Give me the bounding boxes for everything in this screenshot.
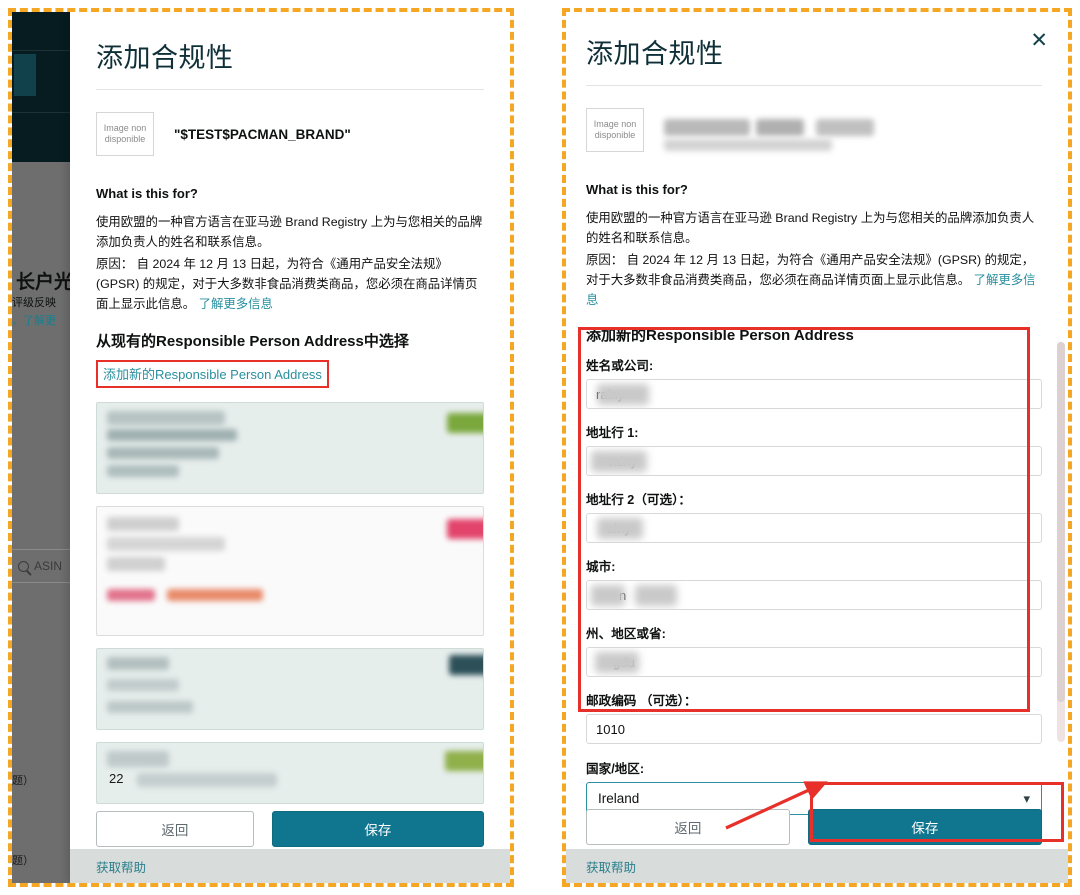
- brand-name-redacted: [664, 113, 1042, 151]
- image-placeholder-line-1: Image non: [593, 118, 637, 129]
- name-or-company-label: 姓名或公司:: [586, 359, 654, 374]
- redaction-overlay: [635, 585, 677, 607]
- explanation-paragraph-1: 使用欧盟的一种官方语言在亚马逊 Brand Registry 上为与您相关的品牌…: [96, 212, 484, 252]
- screenshot-root: 长户光 评级反映 。了解更 ASIN 题） 题） 添加合规性 Image non…: [0, 0, 1080, 895]
- address-line-2-field[interactable]: ainy: [586, 513, 1042, 544]
- country-label: 国家/地区:: [586, 762, 645, 777]
- save-button[interactable]: 保存: [807, 809, 1042, 845]
- get-help-link[interactable]: 获取帮助: [586, 857, 636, 876]
- brand-image-placeholder: Image non disponible: [96, 112, 154, 156]
- city-field[interactable]: n: [586, 580, 1042, 611]
- add-new-address-link[interactable]: 添加新的Responsible Person Address: [103, 364, 322, 383]
- state-region-field[interactable]: gdu: [586, 647, 1042, 678]
- page-title: 添加合规性: [96, 43, 234, 73]
- explanation-text-1: 使用欧盟的一种官方语言在亚马逊 Brand Registry 上为与您相关的品牌…: [586, 211, 1035, 246]
- city-label: 城市:: [586, 560, 616, 575]
- address-line-2-label: 地址行 2（可选）：: [586, 493, 691, 508]
- back-button[interactable]: 返回: [586, 809, 790, 845]
- postal-code-label: 邮政编码 （可选）：: [586, 694, 697, 709]
- nav-highlight-button[interactable]: [14, 54, 36, 96]
- right-panel-screenshot: ✕ 添加合规性 Image non disponible What is thi…: [566, 12, 1068, 883]
- redaction-overlay: [595, 652, 639, 674]
- scrollbar[interactable]: [1057, 342, 1065, 742]
- save-button[interactable]: 保存: [271, 811, 484, 847]
- close-icon[interactable]: ✕: [1030, 30, 1048, 51]
- brand-row: Image non disponible "$TEST$PACMAN_BRAND…: [96, 112, 484, 156]
- title-divider: [96, 89, 484, 90]
- what-is-this-for-heading: What is this for?: [96, 186, 198, 201]
- postal-code-field[interactable]: 1010: [586, 714, 1042, 745]
- explanation-paragraph-2: 原因： 自 2024 年 12 月 13 日起，为符合《通用产品安全法规》(GP…: [586, 250, 1042, 310]
- list-item-visible-text: 22: [109, 771, 124, 787]
- compliance-modal-left: 添加合规性 Image non disponible "$TEST$PACMAN…: [70, 12, 510, 883]
- redaction-overlay: [591, 451, 647, 473]
- title-divider: [586, 85, 1042, 86]
- scrollbar-thumb[interactable]: [1057, 342, 1065, 702]
- left-panel-screenshot: 长户光 评级反映 。了解更 ASIN 题） 题） 添加合规性 Image non…: [12, 12, 510, 883]
- redaction-overlay: [591, 585, 625, 607]
- state-region-label: 州、地区或省:: [586, 627, 666, 642]
- redaction-overlay: [597, 384, 649, 406]
- brand-image-placeholder: Image non disponible: [586, 108, 644, 152]
- background-subtext-1: 评级反映: [12, 297, 56, 309]
- explanation-text-2: 原因： 自 2024 年 12 月 13 日起，为符合《通用产品安全法规》(GP…: [96, 257, 478, 312]
- get-help-link[interactable]: 获取帮助: [96, 857, 146, 876]
- learn-more-link[interactable]: 了解更多信息: [199, 297, 273, 311]
- modal-footer-left: 返回 保存: [70, 811, 510, 847]
- brand-name: "$TEST$PACMAN_BRAND": [174, 126, 351, 142]
- address-line-1-label: 地址行 1:: [586, 426, 639, 441]
- name-or-company-field[interactable]: rainy: [586, 379, 1042, 410]
- brand-row: Image non disponible: [586, 108, 1042, 152]
- explanation-text-2: 原因： 自 2024 年 12 月 13 日起，为符合《通用产品安全法规》(GP…: [586, 253, 1035, 288]
- list-item[interactable]: [96, 402, 484, 495]
- page-title: 添加合规性: [586, 39, 724, 69]
- what-is-this-for-heading: What is this for?: [586, 182, 688, 197]
- chevron-down-icon: ▾: [1023, 790, 1030, 806]
- list-item[interactable]: 22: [96, 742, 484, 805]
- add-new-address-link-highlight: 添加新的Responsible Person Address: [96, 360, 329, 389]
- background-paren-text-2: 题）: [12, 855, 34, 867]
- address-form: 姓名或公司: rainy 地址行 1: rainy 地址行 2（可选）： ain…: [586, 355, 1042, 816]
- list-item[interactable]: [96, 648, 484, 731]
- list-item[interactable]: [96, 506, 484, 637]
- image-placeholder-line-2: disponible: [104, 134, 146, 144]
- help-bar-left: 获取帮助: [70, 849, 510, 883]
- add-new-address-heading: 添加新的Responsible Person Address: [586, 327, 854, 345]
- modal-footer-right: 返回 保存: [566, 809, 1068, 845]
- search-icon: [18, 560, 29, 572]
- image-placeholder-line-1: Image non: [103, 122, 147, 133]
- background-paren-text-1: 题）: [12, 775, 34, 787]
- explanation-paragraph-2: 原因： 自 2024 年 12 月 13 日起，为符合《通用产品安全法规》(GP…: [96, 254, 484, 314]
- help-bar-right: 获取帮助: [566, 849, 1068, 883]
- image-placeholder-line-2: disponible: [594, 130, 636, 140]
- address-list: 22: [96, 402, 484, 805]
- address-line-1-field[interactable]: rainy: [586, 446, 1042, 477]
- country-value: Ireland: [598, 791, 640, 807]
- redaction-overlay: [597, 518, 643, 540]
- select-existing-heading: 从现有的Responsible Person Address中选择: [96, 333, 409, 351]
- search-placeholder: ASIN: [34, 559, 63, 573]
- background-heading: 长户光: [16, 272, 74, 293]
- background-learn-more-link[interactable]: 。了解更: [12, 312, 56, 328]
- postal-code-value: 1010: [596, 721, 625, 737]
- back-button[interactable]: 返回: [96, 811, 254, 847]
- explanation-text-1: 使用欧盟的一种官方语言在亚马逊 Brand Registry 上为与您相关的品牌…: [96, 215, 483, 250]
- explanation-paragraph-1: 使用欧盟的一种官方语言在亚马逊 Brand Registry 上为与您相关的品牌…: [586, 208, 1042, 248]
